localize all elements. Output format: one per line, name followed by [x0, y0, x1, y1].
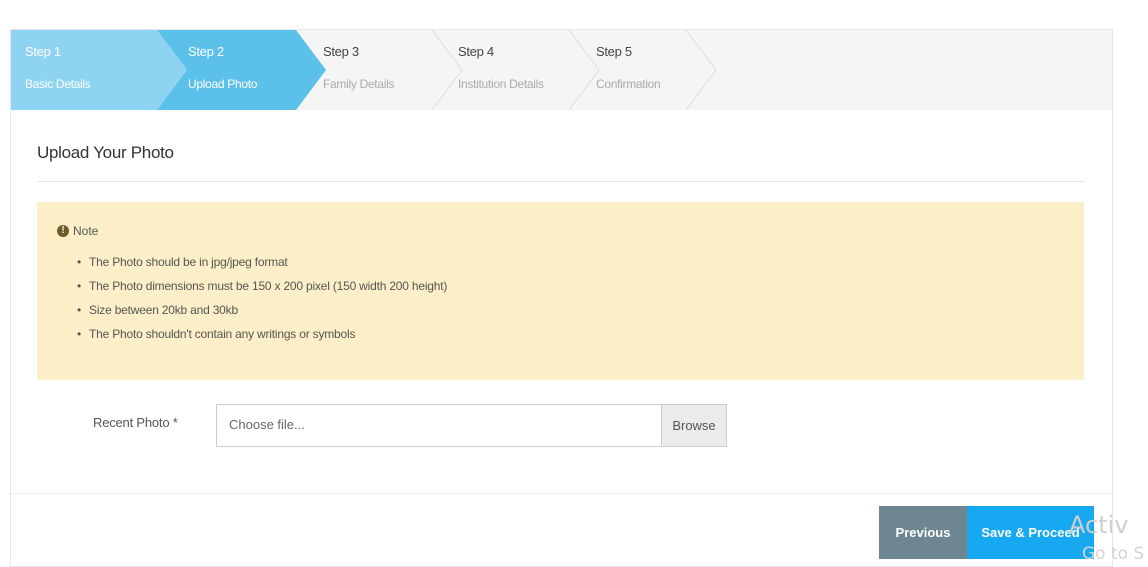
recent-photo-label: Recent Photo * [93, 415, 178, 430]
section-divider [37, 181, 1084, 182]
note-list: The Photo should be in jpg/jpeg format T… [77, 250, 447, 346]
activation-watermark-subtext: Go to S [1082, 544, 1145, 564]
note-item: The Photo dimensions must be 150 x 200 p… [77, 274, 447, 298]
activation-watermark: Activ [1069, 511, 1129, 539]
step-3-subtitle: Family Details [323, 77, 395, 91]
step-1-title: Step 1 [25, 44, 61, 59]
step-5-subtitle: Confirmation [596, 77, 661, 91]
footer-divider [11, 493, 1112, 494]
info-icon: ! [57, 225, 69, 237]
step-1-segment[interactable] [11, 30, 187, 110]
note-item: Size between 20kb and 30kb [77, 298, 447, 322]
note-item: The Photo shouldn't contain any writings… [77, 322, 447, 346]
step-4-title: Step 4 [458, 44, 494, 59]
note-heading: ! Note [57, 224, 98, 238]
note-box: ! Note The Photo should be in jpg/jpeg f… [37, 202, 1084, 380]
upload-photo-card: Step 1 Basic Details Step 2 Upload Photo… [10, 29, 1113, 567]
file-input-placeholder: Choose file... [229, 417, 305, 432]
browse-button[interactable]: Browse [661, 404, 727, 447]
step-5-title: Step 5 [596, 44, 632, 59]
previous-button[interactable]: Previous [879, 506, 967, 559]
note-item: The Photo should be in jpg/jpeg format [77, 250, 447, 274]
step-2-subtitle: Upload Photo [188, 77, 258, 91]
step-3-title: Step 3 [323, 44, 359, 59]
note-heading-label: Note [73, 224, 99, 238]
file-input[interactable]: Choose file... [216, 404, 661, 447]
stepper [11, 30, 1112, 110]
step-2-title: Step 2 [188, 44, 224, 59]
step-1-subtitle: Basic Details [25, 77, 91, 91]
section-title: Upload Your Photo [37, 143, 174, 162]
step-4-subtitle: Institution Details [458, 77, 544, 91]
